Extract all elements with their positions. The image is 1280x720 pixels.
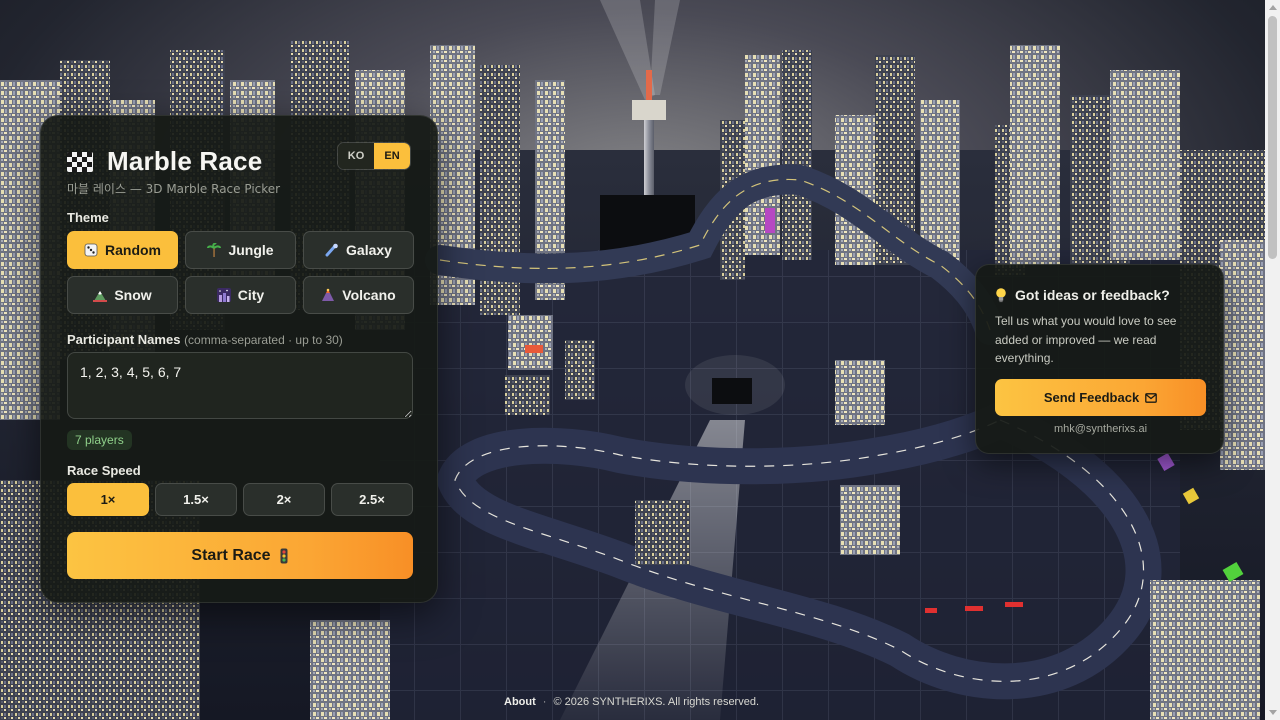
comet-icon xyxy=(325,243,338,257)
speed-1x-button[interactable]: 1× xyxy=(67,483,149,516)
envelope-icon xyxy=(1145,392,1158,403)
theme-volcano-button[interactable]: Volcano xyxy=(303,276,414,314)
scroll-up-arrow-icon[interactable] xyxy=(1269,5,1277,10)
feedback-body: Tell us what you would love to see added… xyxy=(995,314,1177,365)
scrollbar-thumb[interactable] xyxy=(1268,16,1277,259)
theme-city-label: City xyxy=(237,287,265,303)
theme-galaxy-label: Galaxy xyxy=(346,242,392,258)
scroll-down-arrow-icon[interactable] xyxy=(1269,710,1277,715)
title-row: Marble Race xyxy=(67,146,262,177)
dice-icon xyxy=(84,243,98,257)
send-feedback-button[interactable]: Send Feedback xyxy=(995,379,1206,416)
page-footer: About · © 2026 SYNTHERIXS. All rights re… xyxy=(504,696,759,708)
race-speed-options: 1× 1.5× 2× 2.5× xyxy=(67,483,413,516)
start-race-button[interactable]: Start Race xyxy=(67,532,413,579)
theme-jungle-button[interactable]: Jungle xyxy=(185,231,296,269)
theme-volcano-label: Volcano xyxy=(342,287,396,303)
feedback-email-link[interactable]: mhk@syntherixs.ai xyxy=(976,423,1225,435)
theme-city-button[interactable]: City xyxy=(185,276,296,314)
theme-jungle-label: Jungle xyxy=(228,242,274,258)
traffic-light-icon xyxy=(280,548,288,563)
theme-random-label: Random xyxy=(105,242,161,258)
race-setup-panel: Marble Race 마블 레이스 — 3D Marble Race Pick… xyxy=(40,115,438,603)
player-count-badge: 7 players xyxy=(67,430,132,450)
app-subtitle: 마블 레이스 — 3D Marble Race Picker xyxy=(67,182,281,196)
feedback-title: Got ideas or feedback? xyxy=(1015,287,1170,303)
lang-en-button[interactable]: EN xyxy=(374,143,410,169)
lang-ko-button[interactable]: KO xyxy=(338,143,374,169)
speed-2x-button[interactable]: 2× xyxy=(243,483,325,516)
theme-snow-label: Snow xyxy=(114,287,152,303)
city-night-icon xyxy=(216,288,231,302)
send-feedback-label: Send Feedback xyxy=(1043,390,1140,405)
participants-hint: (comma-separated · up to 30) xyxy=(184,333,343,347)
participant-names-input[interactable] xyxy=(67,352,413,419)
theme-snow-button[interactable]: Snow xyxy=(67,276,178,314)
feedback-title-row: Got ideas or feedback? xyxy=(995,287,1170,303)
footer-separator: · xyxy=(542,696,547,708)
start-race-label: Start Race xyxy=(191,546,271,564)
lightbulb-icon xyxy=(996,288,1006,303)
copyright-text: © 2026 SYNTHERIXS. All rights reserved. xyxy=(553,696,760,708)
volcano-icon xyxy=(322,288,335,301)
theme-label: Theme xyxy=(67,210,109,225)
theme-options: Random Jungle Galaxy Snow City Volcano xyxy=(67,231,414,314)
speed-2-5x-button[interactable]: 2.5× xyxy=(331,483,413,516)
participants-label-text: Participant Names xyxy=(67,332,181,347)
about-link[interactable]: About xyxy=(504,696,536,708)
language-toggle: KO EN xyxy=(337,142,411,170)
snow-mountain-icon xyxy=(93,291,108,302)
theme-galaxy-button[interactable]: Galaxy xyxy=(303,231,414,269)
theme-random-button[interactable]: Random xyxy=(67,231,178,269)
feedback-card: Got ideas or feedback? Tell us what you … xyxy=(975,264,1224,454)
race-speed-label: Race Speed xyxy=(67,463,141,478)
palm-tree-icon xyxy=(207,243,222,257)
speed-1-5x-button[interactable]: 1.5× xyxy=(155,483,237,516)
page-scrollbar[interactable] xyxy=(1265,0,1280,720)
app-title: Marble Race xyxy=(107,146,263,176)
checkered-flag-icon xyxy=(67,151,93,172)
participants-label: Participant Names (comma-separated · up … xyxy=(67,332,343,347)
